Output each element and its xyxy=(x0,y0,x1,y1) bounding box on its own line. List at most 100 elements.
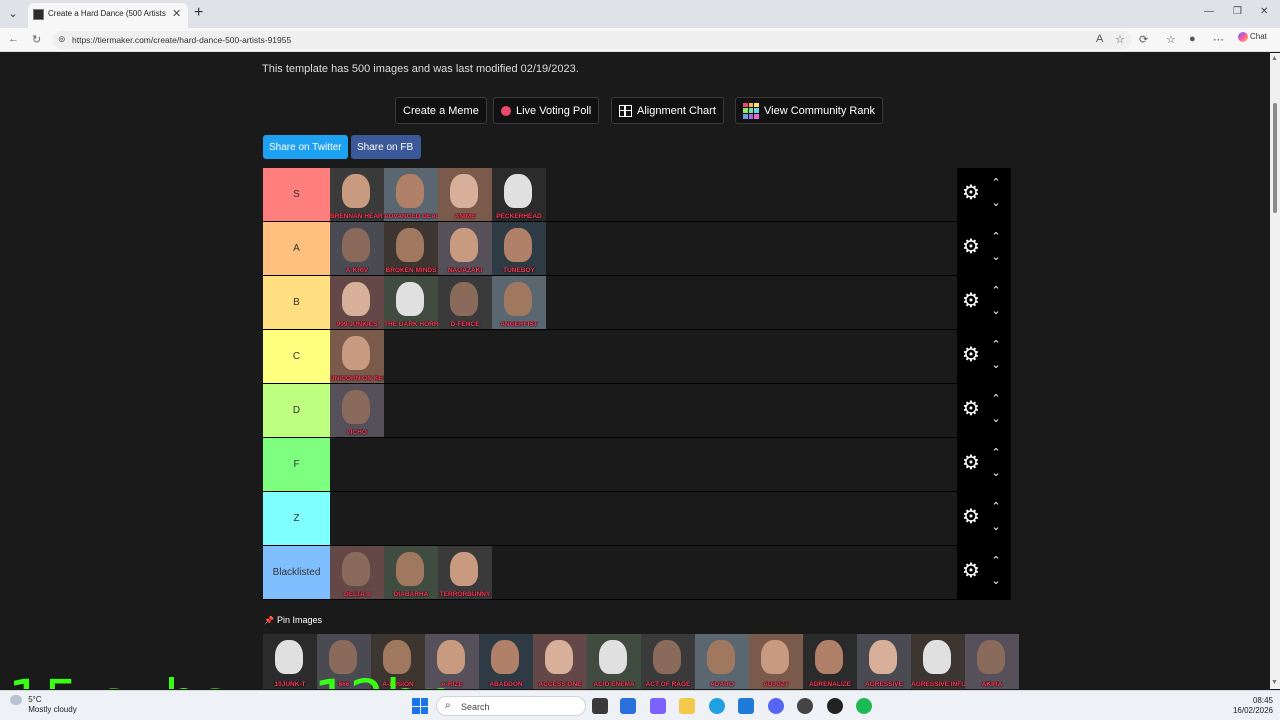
outlook-icon[interactable] xyxy=(738,698,754,714)
artist-tile[interactable]: D-FENCE xyxy=(438,276,492,329)
move-tier-up-icon[interactable]: ⌃ xyxy=(989,554,1003,567)
tier-items[interactable]: BRENNAN HEARTADVANCED DEALER ANIME PECKERH… xyxy=(330,168,546,221)
profile-avatar-icon[interactable]: ● xyxy=(1189,33,1196,45)
maximize-icon[interactable]: ❐ xyxy=(1233,6,1242,17)
artist-tile[interactable]: 7ICHO xyxy=(330,384,384,437)
system-clock[interactable]: 08:45 16/02/2026 xyxy=(1225,696,1273,716)
tier-items[interactable]: 999 JUNKIES THE DARK HORROR D-FENCE ANGERFI… xyxy=(330,276,546,329)
artist-tile[interactable]: ACCESS ONE xyxy=(533,634,587,689)
task-view-icon[interactable] xyxy=(592,698,608,714)
live-voting-poll-button[interactable]: Live Voting Poll xyxy=(493,97,600,124)
page-scrollbar[interactable]: ▲ ▼ xyxy=(1270,53,1280,689)
favorite-star-icon[interactable]: ☆ xyxy=(1115,33,1125,46)
url-text[interactable]: https://tiermaker.com/create/hard-dance-… xyxy=(72,35,291,45)
move-tier-up-icon[interactable]: ⌃ xyxy=(989,392,1003,405)
tier-label[interactable]: F xyxy=(263,438,330,491)
artist-tile[interactable]: PECKERHEAD xyxy=(492,168,546,221)
share-twitter-button[interactable]: Share on Twitter xyxy=(263,135,348,159)
artist-tile[interactable]: ANIME xyxy=(438,168,492,221)
move-tier-down-icon[interactable]: ⌄ xyxy=(989,520,1003,533)
windows-start-icon[interactable] xyxy=(412,698,428,714)
url-bar[interactable]: ⊚ https://tiermaker.com/create/hard-danc… xyxy=(52,31,1132,49)
tier-items[interactable]: A-KRIV BROKEN MINDS NAGAZAKI TUNEBOY xyxy=(330,222,546,275)
scroll-thumb[interactable] xyxy=(1273,103,1277,213)
file-explorer-icon[interactable] xyxy=(679,698,695,714)
move-tier-up-icon[interactable]: ⌃ xyxy=(989,230,1003,243)
artist-tile[interactable]: ACT OF RAGE xyxy=(641,634,695,689)
weather-widget[interactable]: 5°C Mostly cloudy xyxy=(10,695,77,715)
tier-settings-gear-icon[interactable]: ⚙ xyxy=(961,561,981,581)
tier-items[interactable]: 7ICHO xyxy=(330,384,384,437)
artist-tile[interactable]: UNICORN ON KETAMINE xyxy=(330,330,384,383)
tab-close-icon[interactable]: ✕ xyxy=(172,7,181,20)
pin-images-toggle[interactable]: 📌 Pin Images xyxy=(264,615,322,625)
tier-label[interactable]: C xyxy=(263,330,330,383)
move-tier-down-icon[interactable]: ⌄ xyxy=(989,358,1003,371)
artist-tile[interactable]: ADJUZT xyxy=(749,634,803,689)
scroll-up-icon[interactable]: ▲ xyxy=(1271,55,1278,62)
more-menu-icon[interactable]: ⋯ xyxy=(1213,33,1224,46)
create-meme-button[interactable]: Create a Meme xyxy=(395,97,487,124)
edge-icon[interactable] xyxy=(709,698,725,714)
obs-icon[interactable] xyxy=(827,698,843,714)
move-tier-up-icon[interactable]: ⌃ xyxy=(989,500,1003,513)
artist-tile[interactable]: DIABARHA xyxy=(384,546,438,599)
taskbar-search[interactable]: ⌕ Search xyxy=(436,696,586,716)
copilot-app-icon[interactable] xyxy=(650,698,666,714)
spotify-icon[interactable] xyxy=(856,698,872,714)
move-tier-up-icon[interactable]: ⌃ xyxy=(989,176,1003,189)
move-tier-down-icon[interactable]: ⌄ xyxy=(989,304,1003,317)
move-tier-down-icon[interactable]: ⌄ xyxy=(989,412,1003,425)
site-info-icon[interactable]: ⊚ xyxy=(58,34,66,45)
tier-label[interactable]: S xyxy=(263,168,330,221)
artist-tile[interactable]: BROKEN MINDS xyxy=(384,222,438,275)
reload-icon[interactable]: ↻ xyxy=(32,33,41,46)
tier-label[interactable]: D xyxy=(263,384,330,437)
tier-label[interactable]: A xyxy=(263,222,330,275)
artist-tile[interactable]: A-KRIV xyxy=(330,222,384,275)
new-tab-plus-icon[interactable]: + xyxy=(194,4,203,22)
move-tier-up-icon[interactable]: ⌃ xyxy=(989,338,1003,351)
tier-settings-gear-icon[interactable]: ⚙ xyxy=(961,399,981,419)
favorites-list-icon[interactable]: ☆ xyxy=(1166,33,1176,46)
artist-tile[interactable]: TERRORBUNNY xyxy=(438,546,492,599)
artist-tile[interactable]: ANGERFIST xyxy=(492,276,546,329)
tier-label[interactable]: B xyxy=(263,276,330,329)
artist-tile[interactable]: ABADDON xyxy=(479,634,533,689)
artist-tile[interactable]: AGRESSIVE INFUZE xyxy=(911,634,965,689)
tier-settings-gear-icon[interactable]: ⚙ xyxy=(961,291,981,311)
artist-tile[interactable]: BRENNAN HEART xyxy=(330,168,384,221)
move-tier-up-icon[interactable]: ⌃ xyxy=(989,446,1003,459)
tier-label[interactable]: Blacklisted xyxy=(263,546,330,599)
minimize-icon[interactable]: — xyxy=(1204,6,1214,17)
tier-items[interactable]: UNICORN ON KETAMINE xyxy=(330,330,384,383)
artist-tile[interactable]: ADARO xyxy=(695,634,749,689)
artist-tile[interactable]: 999 JUNKIES xyxy=(330,276,384,329)
settings-gear-icon[interactable] xyxy=(797,698,813,714)
artist-tile[interactable]: DELTA 9 xyxy=(330,546,384,599)
artist-tile[interactable]: THE DARK HORROR xyxy=(384,276,438,329)
tier-settings-gear-icon[interactable]: ⚙ xyxy=(961,453,981,473)
artist-tile[interactable]: TUNEBOY xyxy=(492,222,546,275)
move-tier-down-icon[interactable]: ⌄ xyxy=(989,196,1003,209)
tier-settings-gear-icon[interactable]: ⚙ xyxy=(961,507,981,527)
tier-settings-gear-icon[interactable]: ⚙ xyxy=(961,345,981,365)
community-rank-button[interactable]: View Community Rank xyxy=(735,97,884,124)
browser-tab[interactable]: Create a Hard Dance (500 Artists) ✕ xyxy=(28,3,188,28)
scroll-down-icon[interactable]: ▼ xyxy=(1271,679,1278,686)
tier-items[interactable]: DELTA 9 DIABARHA TERRORBUNNY xyxy=(330,546,492,599)
share-fb-button[interactable]: Share on FB xyxy=(351,135,421,159)
move-tier-down-icon[interactable]: ⌄ xyxy=(989,574,1003,587)
discord-icon[interactable] xyxy=(768,698,784,714)
tier-settings-gear-icon[interactable]: ⚙ xyxy=(961,237,981,257)
store-icon[interactable] xyxy=(620,698,636,714)
read-aloud-icon[interactable]: A xyxy=(1096,33,1103,45)
tier-label[interactable]: Z xyxy=(263,492,330,545)
artist-tile[interactable]: ACID ENEMA xyxy=(587,634,641,689)
tab-list-chevron-icon[interactable]: ⌄ xyxy=(4,6,22,22)
refresh-page-icon[interactable]: ⟳ xyxy=(1139,33,1148,46)
artist-tile[interactable]: AGRESSIVE xyxy=(857,634,911,689)
move-tier-down-icon[interactable]: ⌄ xyxy=(989,250,1003,263)
move-tier-down-icon[interactable]: ⌄ xyxy=(989,466,1003,479)
alignment-chart-button[interactable]: Alignment Chart xyxy=(611,97,724,124)
